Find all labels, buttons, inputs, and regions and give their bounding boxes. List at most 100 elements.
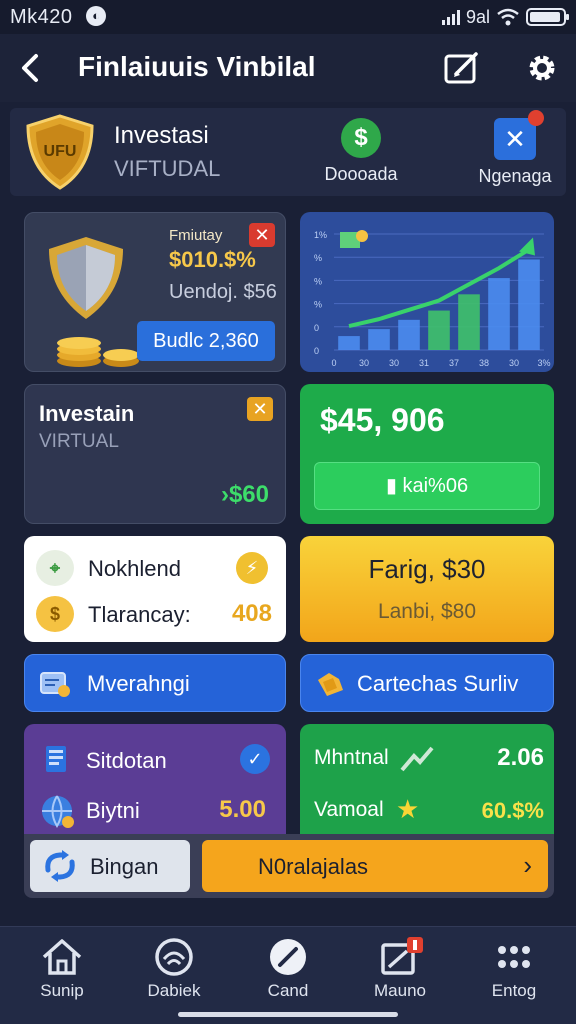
- notification-dot: [528, 110, 544, 126]
- list-item[interactable]: Biytni 5.00: [40, 794, 270, 830]
- list-item-label: Mhntnal: [314, 746, 389, 769]
- edit-icon[interactable]: [442, 50, 482, 86]
- grid-dots-icon: [498, 946, 530, 968]
- nav-item-home[interactable]: Sunip: [12, 937, 112, 1017]
- list-item-value: 60.$%: [481, 798, 544, 823]
- shield-icon: [49, 237, 123, 319]
- promo-subtitle: Lanbi, $80: [377, 600, 477, 623]
- info-list-card: ⌖ Nokhlend ⚡ $ Tlarancay: 408: [24, 536, 286, 642]
- close-icon[interactable]: ✕: [247, 397, 273, 421]
- close-icon[interactable]: ✕: [249, 223, 275, 247]
- security-card: Fmiutay $010.$% Uendoj. $56 ✕ Budlc 2,36…: [24, 212, 286, 372]
- button-label: Bingan: [90, 854, 159, 879]
- verify-button[interactable]: Mverahngi: [24, 654, 286, 712]
- signal-icon: [441, 9, 460, 25]
- quick-action-label: Ngenaga: [478, 166, 552, 186]
- account-title: Investasi: [114, 122, 209, 149]
- card-value: ›$60: [220, 481, 269, 508]
- button-label: Cartechas Surliv: [357, 671, 519, 696]
- list-item-label: Biytni: [86, 798, 140, 823]
- lightning-icon: ⚡: [236, 552, 268, 584]
- trend-arrow-icon: [400, 746, 434, 772]
- status-bar: Mk420 ◐ 9al: [0, 0, 576, 34]
- nav-item-dashboard[interactable]: Dabiek: [124, 937, 224, 1017]
- list-item-value: 2.06: [497, 744, 544, 771]
- y-tick-label: %: [314, 300, 322, 310]
- chevron-right-icon: ›: [523, 850, 532, 880]
- edit-notification-icon: [381, 937, 423, 975]
- x-tick-label: 30: [359, 358, 369, 368]
- button-label: N0ralajalas: [258, 854, 369, 879]
- budget-button[interactable]: Budlc 2,360: [137, 321, 275, 361]
- carrier-label: 9al: [465, 6, 490, 27]
- list-item[interactable]: Vamoal ★ 60.$%: [314, 794, 544, 828]
- nav-label: Entog: [491, 981, 537, 1000]
- wallet-icon: [318, 673, 343, 696]
- cartechas-button[interactable]: Cartechas Surliv: [300, 654, 554, 712]
- document-icon: ▮: [385, 475, 397, 497]
- y-tick-label: 1%: [314, 230, 327, 240]
- list-item[interactable]: Sitdotan ✓: [40, 744, 270, 776]
- stats-card-green: Mhntnal 2.06 Vamoal ★ 60.$%: [300, 724, 554, 838]
- card-percent: $010.$%: [169, 247, 256, 272]
- home-icon: [42, 939, 82, 975]
- nav-item-manage[interactable]: Mauno: [350, 937, 450, 1017]
- chart-bar: [398, 319, 420, 350]
- x-tick-label: 30: [389, 358, 399, 368]
- bingan-button[interactable]: Bingan: [30, 840, 190, 892]
- nav-label: Dabiek: [147, 981, 201, 1000]
- list-item-label: Nokhlend: [88, 556, 181, 581]
- chart-bar: [428, 310, 450, 350]
- quick-action-manage[interactable]: ✕ Ngenaga: [460, 110, 570, 187]
- list-item-value: 5.00: [219, 796, 266, 823]
- card-subtitle: VIRTUAL: [39, 431, 119, 452]
- gauge-icon: [155, 938, 193, 976]
- list-item[interactable]: Mhntnal 2.06: [314, 742, 544, 776]
- promo-card[interactable]: Farig, $30 Lanbi, $80: [300, 536, 554, 642]
- stats-card-purple: Sitdotan ✓ Biytni 5.00: [24, 724, 286, 838]
- check-icon[interactable]: ✓: [240, 744, 270, 774]
- star-icon: ★: [396, 794, 420, 824]
- x-tick-label: 37: [449, 358, 459, 368]
- map-pin-icon: ⌖: [36, 550, 74, 586]
- list-item-label: Vamoal: [314, 798, 384, 821]
- shield-badge-icon: UFU: [26, 114, 94, 190]
- balance-value: $45, 906: [320, 402, 445, 438]
- wifi-icon: [497, 8, 519, 26]
- button-label: Mverahngi: [87, 671, 190, 696]
- dollar-coin-icon: $: [36, 596, 74, 632]
- dollar-icon: $: [341, 118, 381, 158]
- card-value: Uendoj. $56: [169, 281, 277, 303]
- quick-action-download[interactable]: $ Doooada: [306, 118, 416, 185]
- continue-button[interactable]: N0ralajalas ›: [202, 840, 548, 892]
- compass-icon: [270, 939, 306, 975]
- home-indicator: [178, 1012, 398, 1017]
- coin-badge-icon: [356, 230, 368, 242]
- x-tick-label: 38: [479, 358, 489, 368]
- x-tick-label: 31: [419, 358, 429, 368]
- close-icon: ✕: [494, 110, 544, 160]
- chart-bar: [368, 329, 390, 350]
- y-tick-label: 0: [314, 346, 319, 356]
- nav-label: Mauno: [374, 981, 426, 1000]
- nav-item-more[interactable]: Entog: [464, 937, 564, 1017]
- quick-action-label: Doooada: [324, 164, 398, 184]
- x-tick-label: 3%: [537, 358, 550, 368]
- card-label: Fmiutay: [169, 227, 223, 244]
- svg-text:UFU: UFU: [44, 143, 77, 160]
- y-tick-label: %: [314, 276, 322, 286]
- chart-bar: [338, 336, 360, 350]
- balance-action-button[interactable]: ▮ kai%06: [314, 462, 540, 510]
- gear-icon[interactable]: [524, 50, 560, 86]
- back-arrow-icon[interactable]: [16, 52, 48, 84]
- status-indicators: 9al: [441, 6, 569, 28]
- button-label: kai%06: [402, 475, 469, 497]
- x-tick-label: 30: [509, 358, 519, 368]
- list-item-value: 408: [231, 600, 272, 627]
- nav-item-card[interactable]: Cand: [238, 937, 338, 1017]
- list-item[interactable]: $ Tlarancay: 408: [36, 594, 280, 634]
- list-item[interactable]: ⌖ Nokhlend ⚡: [36, 548, 280, 588]
- x-tick-label: 0: [331, 358, 336, 368]
- page-title: Finlaiuuis Vinbilal: [78, 51, 316, 82]
- virtual-investment-card: Investain VIRTUAL ✕ ›$60: [24, 384, 286, 524]
